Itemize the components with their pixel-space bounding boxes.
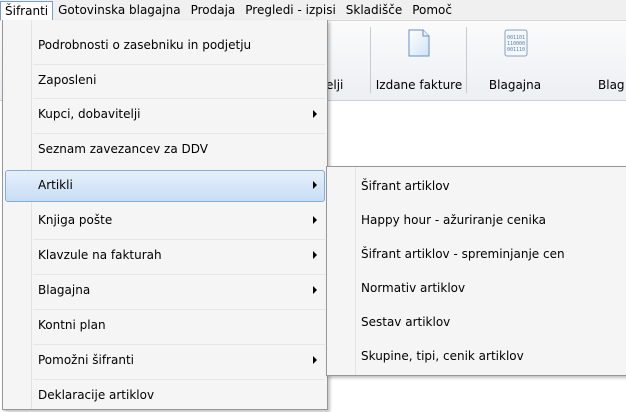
- artikli-submenu: Šifrant artiklov Happy hour - ažuriranje…: [326, 166, 626, 376]
- menu-item-pomozni-sifranti[interactable]: Pomožni šifranti: [5, 345, 325, 377]
- menu-bar: Šifranti Gotovinska blagajna Prodaja Pre…: [0, 0, 626, 21]
- submenu-item-normativ[interactable]: Normativ artiklov: [329, 271, 625, 305]
- menu-prodaja[interactable]: Prodaja: [186, 1, 241, 19]
- document-icon: [408, 29, 430, 60]
- toolbar-separator: [370, 27, 371, 93]
- menu-item-label: Artikli: [38, 178, 73, 192]
- menu-item-label: Pomožni šifranti: [38, 353, 134, 367]
- submenu-item-skupine-tipi-cenik[interactable]: Skupine, tipi, cenik artiklov: [329, 339, 625, 373]
- submenu-arrow-icon: [313, 251, 317, 259]
- menu-item-label: Sestav artiklov: [361, 315, 451, 329]
- submenu-item-happy-hour[interactable]: Happy hour - ažuriranje cenika: [329, 203, 625, 237]
- menu-item-klavzule[interactable]: Klavzule na fakturah: [5, 240, 325, 272]
- menu-item-label: Zaposleni: [38, 73, 97, 87]
- menu-skladisce[interactable]: Skladišče: [341, 1, 407, 19]
- menu-item-label: Šifrant artiklov - spreminjanje cen: [361, 247, 565, 261]
- menu-item-label: Blagajna: [38, 283, 91, 297]
- menu-item-seznam-zavezancev[interactable]: Seznam zavezancev za DDV: [5, 134, 325, 166]
- submenu-arrow-icon: [313, 356, 317, 364]
- submenu-arrow-icon: [313, 286, 317, 294]
- sifranti-dropdown-menu: Podrobnosti o zasebniku in podjetju Zapo…: [2, 20, 328, 410]
- menu-item-podrobnosti[interactable]: Podrobnosti o zasebniku in podjetju: [5, 30, 325, 62]
- menu-pregledi-izpisi[interactable]: Pregledi - izpisi: [240, 1, 341, 19]
- submenu-arrow-icon: [313, 110, 317, 118]
- menu-sifranti[interactable]: Šifranti: [0, 1, 54, 21]
- toolbar-button-label: elji: [326, 78, 344, 92]
- toolbar-button-label: Blag: [598, 78, 625, 92]
- menu-item-zaposleni[interactable]: Zaposleni: [5, 65, 325, 97]
- menu-item-label: Klavzule na fakturah: [38, 248, 162, 262]
- submenu-item-spreminjanje-cen[interactable]: Šifrant artiklov - spreminjanje cen: [329, 237, 625, 271]
- menu-item-label: Kontni plan: [38, 318, 106, 332]
- toolbar-button-izdane-fakture[interactable]: Izdane fakture: [374, 21, 464, 100]
- menu-item-label: Knjiga pošte: [38, 213, 113, 227]
- svg-text:001110: 001110: [507, 47, 525, 53]
- submenu-item-sifrant-artiklov[interactable]: Šifrant artiklov: [329, 169, 625, 203]
- receipt-icon: 001101 110000 001110: [504, 29, 528, 60]
- submenu-arrow-icon: [313, 181, 317, 189]
- toolbar-button-label: Blagajna: [488, 78, 542, 92]
- menu-item-blagajna[interactable]: Blagajna: [5, 275, 325, 307]
- toolbar-button-partial[interactable]: Blag: [590, 21, 626, 100]
- menu-gotovinska-blagajna[interactable]: Gotovinska blagajna: [53, 1, 185, 19]
- toolbar-separator: [466, 27, 467, 93]
- menu-pomoc[interactable]: Pomoč: [407, 1, 457, 19]
- toolbar-button-blagajna[interactable]: 001101 110000 001110 Blagajna: [470, 21, 560, 100]
- menu-item-label: Normativ artiklov: [361, 281, 466, 295]
- menu-item-label: Šifrant artiklov: [361, 179, 450, 193]
- menu-item-kupci-dobavitelji[interactable]: Kupci, dobavitelji: [5, 99, 325, 131]
- menu-item-label: Podrobnosti o zasebniku in podjetju: [38, 38, 252, 52]
- menu-item-deklaracije[interactable]: Deklaracije artiklov: [5, 380, 325, 412]
- submenu-arrow-icon: [313, 216, 317, 224]
- menu-item-artikli[interactable]: Artikli: [5, 170, 325, 202]
- menu-item-kontni-plan[interactable]: Kontni plan: [5, 310, 325, 342]
- menu-item-label: Happy hour - ažuriranje cenika: [361, 213, 546, 227]
- menu-item-label: Deklaracije artiklov: [38, 388, 155, 402]
- toolbar-button-label: Izdane fakture: [375, 78, 463, 92]
- menu-item-label: Seznam zavezancev za DDV: [38, 142, 208, 156]
- submenu-item-sestav[interactable]: Sestav artiklov: [329, 305, 625, 339]
- menu-item-label: Kupci, dobavitelji: [38, 107, 141, 121]
- menu-item-label: Skupine, tipi, cenik artiklov: [361, 349, 524, 363]
- menu-item-knjiga-poste[interactable]: Knjiga pošte: [5, 205, 325, 237]
